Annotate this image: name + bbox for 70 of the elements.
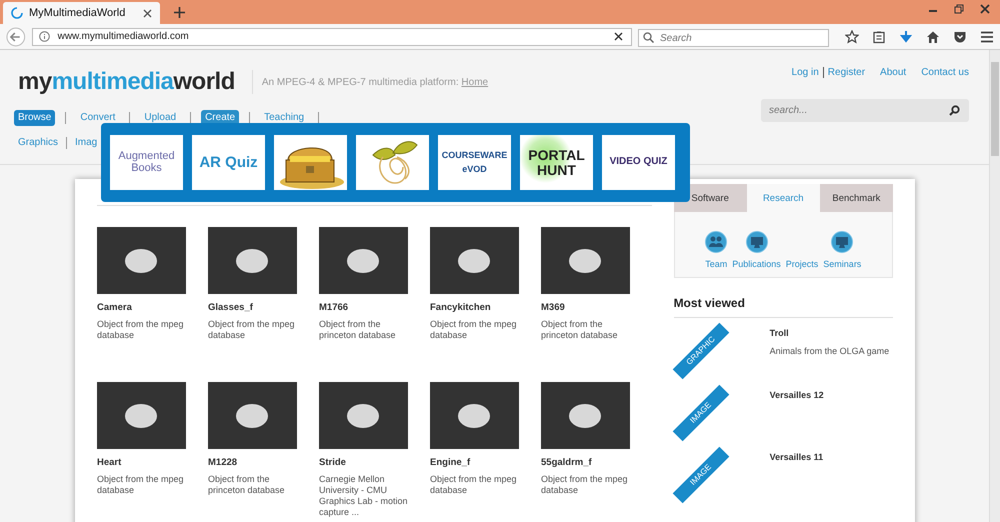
item-description: Animals from the OLGA game [770,346,890,356]
model-preview[interactable] [97,382,186,449]
object-name[interactable]: Heart [97,457,186,468]
object-name[interactable]: M1228 [208,457,297,468]
address-bar[interactable]: www.mymultimediaworld.com [32,28,632,46]
people-icon[interactable] [705,231,728,253]
object-description: Object from the princeton database [541,319,619,341]
object-description: Carnegie Mellon University - CMU Graphics Lab - motion capture ... [319,474,409,518]
close-icon[interactable] [143,8,152,18]
nav-tab[interactable]: Browse [14,110,56,126]
app-tile[interactable]: Augmented Books [110,135,183,190]
app-tile[interactable]: VIDEO QUIZ [602,135,675,190]
object-description: Object from the mpeg database [208,319,296,341]
loading-icon [11,7,23,19]
app-tile[interactable] [274,135,347,190]
tab-title: MyMultimediaWorld [29,7,126,19]
object-description: Object from the mpeg database [541,474,629,496]
object-description: Object from the mpeg database [97,474,185,496]
site-logo[interactable]: mymultimediaworld [18,68,235,96]
browser-search-field[interactable]: Search [638,29,829,47]
search-icon[interactable] [949,105,960,116]
home-icon[interactable] [926,30,940,44]
model-preview[interactable] [208,227,297,294]
monitor-icon[interactable] [831,231,854,253]
star-icon[interactable] [845,30,859,44]
object-description: Object from the princeton database [319,319,397,341]
scrollbar[interactable] [989,50,1000,522]
object-name[interactable]: Camera [97,302,186,313]
section-tab[interactable]: Benchmark [820,184,893,212]
download-icon[interactable] [899,30,913,44]
model-preview[interactable] [430,227,519,294]
monitor-icon[interactable] [746,231,768,253]
model-preview[interactable] [319,382,408,449]
model-preview[interactable] [541,227,630,294]
model-preview[interactable] [319,227,408,294]
site-search-field[interactable]: search... [761,99,969,122]
section-heading: Most viewed [674,296,893,318]
menu-icon[interactable] [980,30,994,44]
object-name[interactable]: Fancykitchen [430,302,519,313]
object-name[interactable]: 55galdrm_f [541,457,630,468]
info-icon [38,31,50,42]
browser-tab[interactable]: MyMultimediaWorld [3,2,160,24]
object-name[interactable]: Engine_f [430,457,519,468]
model-preview[interactable] [430,382,519,449]
new-tab-icon[interactable] [174,7,185,18]
object-name[interactable]: Glasses_f [208,302,297,313]
object-description: Object from the mpeg database [430,319,518,341]
app-tile[interactable] [356,135,429,190]
object-description: Object from the princeton database [208,474,286,496]
restore-icon[interactable] [954,4,964,14]
clipboard-icon[interactable] [872,30,886,44]
pocket-icon[interactable] [953,30,967,44]
object-name[interactable]: M1766 [319,302,408,313]
object-name[interactable]: M369 [541,302,630,313]
close-icon[interactable] [980,4,990,14]
item-title[interactable]: Troll [770,328,890,338]
tagline: An MPEG-4 & MPEG-7 multimedia platform: Home [262,76,488,88]
app-tile[interactable]: AR Quiz [192,135,265,190]
object-description: Object from the mpeg database [97,319,185,341]
model-preview[interactable] [208,382,297,449]
item-title[interactable]: Versailles 11 [770,452,824,462]
app-tile[interactable]: PORTAL HUNT [520,135,593,190]
model-preview[interactable] [541,382,630,449]
object-name[interactable]: Stride [319,457,408,468]
model-preview[interactable] [97,227,186,294]
url-text: www.mymultimediaworld.com [58,31,190,42]
object-description: Object from the mpeg database [430,474,518,496]
item-title[interactable]: Versailles 12 [770,390,824,400]
clear-icon[interactable] [614,32,623,41]
app-tile[interactable]: COURSEWARE eVOD [438,135,511,190]
